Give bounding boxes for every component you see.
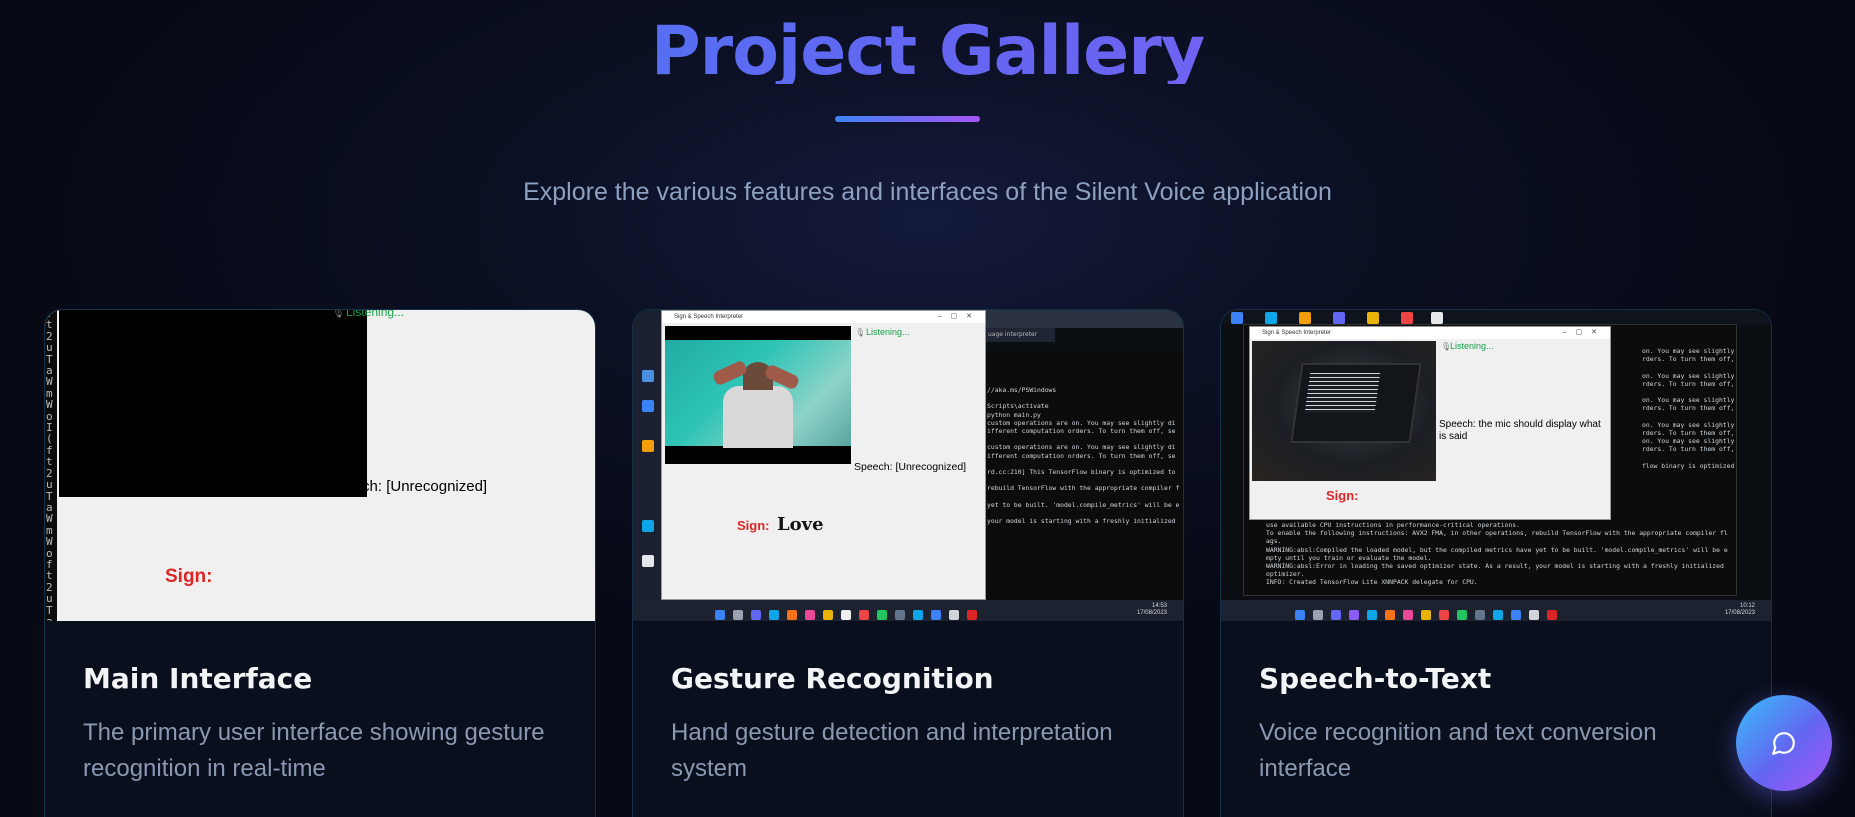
search-hint: uage interpreter bbox=[985, 328, 1055, 342]
interpreter-window: Sign & Speech Interpreter –▢✕ 🎙 Listenin… bbox=[1249, 326, 1611, 520]
page-subtitle: Explore the various features and interfa… bbox=[523, 178, 1332, 206]
sign-label: Sign: bbox=[737, 518, 770, 533]
window-title: Sign & Speech Interpreter –▢✕ bbox=[1250, 327, 1610, 339]
desktop-app-icon bbox=[1299, 312, 1311, 324]
console-output: //aka.ms/PSWindows Scripts\activate pyth… bbox=[987, 386, 1180, 526]
windows-taskbar: 14:53 17/08/2023 bbox=[633, 600, 1183, 621]
listening-status: Listening... bbox=[866, 327, 910, 337]
window-controls: –▢✕ bbox=[937, 313, 981, 320]
desktop-top-row bbox=[1221, 310, 1771, 324]
sign-label: Sign: bbox=[1326, 488, 1359, 503]
card-screenshot: uage interpreter //aka.ms/PSWindows Scri… bbox=[633, 310, 1183, 621]
camera-feed bbox=[665, 326, 851, 464]
gallery-card-main-interface[interactable]: f t 2 u T a W m W o I ( f t 2 u T a W m … bbox=[44, 309, 596, 817]
taskbar-clock: 10:12 17/08/2023 bbox=[1725, 603, 1755, 617]
card-title: Speech-to-Text bbox=[1259, 662, 1492, 695]
camera-feed bbox=[59, 310, 367, 497]
taskbar-icons bbox=[1291, 605, 1561, 621]
speech-output: Speech: [Unrecognized] bbox=[854, 461, 967, 473]
card-description: Hand gesture detection and interpretatio… bbox=[671, 719, 1113, 782]
desktop-app-icon bbox=[1265, 312, 1277, 324]
chat-bubble-icon bbox=[1772, 732, 1795, 755]
mic-icon: 🎙 bbox=[855, 328, 866, 337]
card-title: Gesture Recognition bbox=[671, 662, 994, 695]
card-description: Voice recognition and text conversion in… bbox=[1259, 719, 1657, 782]
desktop-app-icon bbox=[642, 555, 654, 567]
taskbar-clock: 14:53 17/08/2023 bbox=[1137, 603, 1167, 617]
windows-taskbar: 10:12 17/08/2023 bbox=[1221, 600, 1771, 621]
card-screenshot: f t 2 u T a W m W o I ( f t 2 u T a W m … bbox=[45, 310, 595, 621]
listening-status: Listening... bbox=[1450, 341, 1494, 351]
desktop-app-icon bbox=[1401, 312, 1413, 324]
page-title: Project Gallery bbox=[0, 6, 1855, 84]
speech-output: Speech: the mic should display what is s… bbox=[1439, 419, 1601, 442]
clock-time: 14:53 bbox=[1151, 603, 1167, 609]
desktop-app-icon bbox=[1367, 312, 1379, 324]
clock-date: 17/08/2023 bbox=[1136, 610, 1167, 616]
desktop-app-icon bbox=[1431, 312, 1443, 324]
terminal-strip: f t 2 u T a W m W o I ( f t 2 u T a W m … bbox=[45, 310, 57, 621]
mic-icon: 🎙 bbox=[332, 310, 345, 319]
console-output-right: on. You may see slightly di rders. To tu… bbox=[1642, 347, 1735, 470]
window-title: Sign & Speech Interpreter –▢✕ bbox=[662, 311, 985, 323]
person-shirt bbox=[723, 386, 793, 448]
console-output-bottom: use available CPU instructions in perfor… bbox=[1266, 521, 1728, 587]
desktop-app-icon bbox=[642, 520, 654, 532]
card-description: The primary user interface showing gestu… bbox=[83, 719, 545, 782]
interpreter-window: Sign & Speech Interpreter –▢✕ 🎙 Listenin… bbox=[661, 310, 986, 600]
window-controls: –▢✕ bbox=[1562, 329, 1606, 336]
title-underline bbox=[835, 116, 980, 122]
terminal-text: f t 2 u T a W m W o I ( f t 2 u T a W m … bbox=[46, 310, 53, 621]
console-window: //aka.ms/PSWindows Scripts\activate pyth… bbox=[985, 350, 1183, 600]
desktop-app-icon bbox=[642, 440, 654, 452]
taskbar-icons bbox=[711, 605, 981, 621]
chat-button[interactable] bbox=[1736, 695, 1832, 791]
sign-value: Love bbox=[777, 514, 824, 535]
clock-time: 10:12 bbox=[1739, 603, 1755, 609]
listening-status: Listening... bbox=[346, 310, 405, 319]
desktop-app-icon bbox=[642, 370, 654, 382]
desktop-app-icon bbox=[1231, 312, 1243, 324]
card-title: Main Interface bbox=[83, 662, 313, 695]
desktop-sidebar bbox=[633, 310, 663, 600]
camera-feed bbox=[1252, 341, 1436, 481]
desktop-app-icon bbox=[642, 400, 654, 412]
card-screenshot: on. You may see slightly di rders. To tu… bbox=[1221, 310, 1771, 621]
window-title-text: Sign & Speech Interpreter bbox=[1262, 330, 1332, 336]
laptop-image bbox=[1290, 363, 1422, 443]
sign-label: Sign: bbox=[165, 566, 213, 587]
desktop-app-icon bbox=[1333, 312, 1345, 324]
browser-tabbar bbox=[985, 310, 1183, 328]
gallery-card-speech-to-text[interactable]: on. You may see slightly di rders. To tu… bbox=[1220, 309, 1772, 817]
window-title-text: Sign & Speech Interpreter bbox=[674, 314, 744, 320]
clock-date: 17/08/2023 bbox=[1724, 610, 1755, 616]
speech-output: Speech: [Unrecognized] bbox=[327, 478, 488, 495]
gallery-card-gesture-recognition[interactable]: uage interpreter //aka.ms/PSWindows Scri… bbox=[632, 309, 1184, 817]
